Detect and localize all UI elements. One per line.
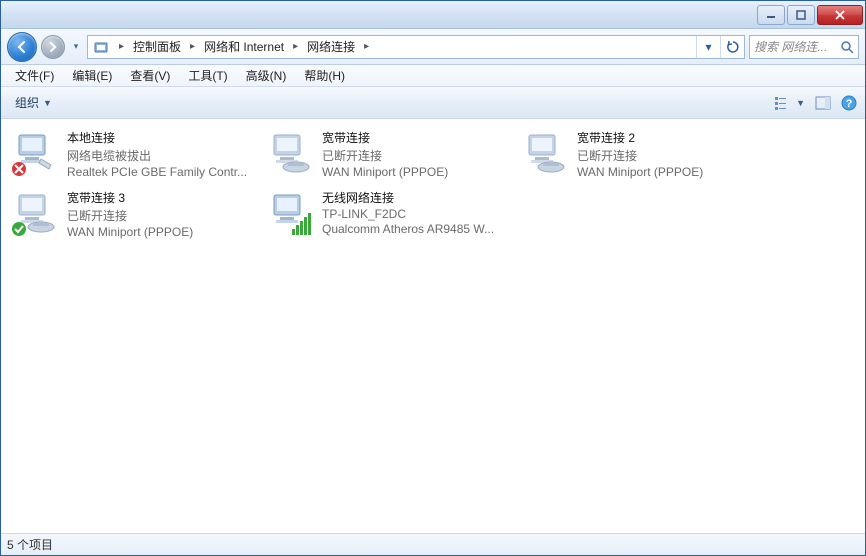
menu-file[interactable]: 文件(F) [7,65,62,86]
connection-device: Realtek PCIe GBE Family Contr... [67,165,247,179]
connection-name: 宽带连接 3 [67,189,193,206]
connection-status: 已断开连接 [322,147,448,164]
maximize-button[interactable] [787,5,815,25]
menubar: 文件(F) 编辑(E) 查看(V) 工具(T) 高级(N) 帮助(H) [1,65,865,87]
minimize-icon [766,10,776,20]
breadcrumb-segment-1[interactable]: 网络和 Internet [200,36,288,58]
history-dropdown[interactable]: ▾ [69,41,83,52]
connection-status: TP-LINK_F2DC [322,207,494,221]
explorer-window: ▾ ▸ 控制面板 ▸ 网络和 Internet ▸ 网络连接 ▸ ▾ 搜索 网络… [0,0,866,556]
wifi-icon [266,189,314,237]
connection-item[interactable]: 宽带连接 3 已断开连接 WAN Miniport (PPPOE) [5,185,260,245]
view-icon [774,95,794,111]
search-placeholder: 搜索 网络连... [754,38,827,55]
connection-item[interactable]: 宽带连接 2 已断开连接 WAN Miniport (PPPOE) [515,125,770,185]
connection-name: 本地连接 [67,129,247,146]
connection-status: 已断开连接 [577,147,703,164]
refresh-icon [726,40,740,54]
organize-button[interactable]: 组织 ▼ [9,91,58,114]
search-icon [840,40,854,54]
preview-pane-icon [815,96,831,110]
preview-pane-button[interactable] [815,96,831,110]
address-bar[interactable]: ▸ 控制面板 ▸ 网络和 Internet ▸ 网络连接 ▸ ▾ [87,35,745,59]
statusbar: 5 个项目 [1,533,865,555]
ethernet-icon [11,129,59,177]
statusbar-text: 5 个项目 [7,536,53,553]
menu-view[interactable]: 查看(V) [122,65,178,86]
close-icon [834,10,846,20]
breadcrumb-segment-2[interactable]: 网络连接 [303,36,359,58]
chevron-down-icon: ▼ [43,98,52,108]
minimize-button[interactable] [757,5,785,25]
view-mode-button[interactable]: ▼ [774,95,805,111]
address-dropdown[interactable]: ▾ [696,36,720,58]
breadcrumb-sep-icon[interactable]: ▸ [359,41,374,52]
connection-item[interactable]: 宽带连接 已断开连接 WAN Miniport (PPPOE) [260,125,515,185]
breadcrumb-sep-icon[interactable]: ▸ [185,41,200,52]
back-arrow-icon [15,40,29,54]
maximize-icon [796,10,806,20]
connection-device: WAN Miniport (PPPOE) [67,225,193,239]
connection-item[interactable]: 本地连接 网络电缆被拔出 Realtek PCIe GBE Family Con… [5,125,260,185]
svg-text:?: ? [846,98,853,110]
help-button[interactable]: ? [841,95,857,111]
dialup-icon [266,129,314,177]
forward-button[interactable] [41,35,65,59]
connection-name: 宽带连接 2 [577,129,703,146]
chevron-down-icon: ▼ [796,98,805,108]
connection-device: WAN Miniport (PPPOE) [322,165,448,179]
dialup-icon [521,129,569,177]
menu-tools[interactable]: 工具(T) [180,65,235,86]
breadcrumb-sep-icon[interactable]: ▸ [288,41,303,52]
organize-toolbar: 组织 ▼ ▼ ? [1,87,865,119]
connection-device: Qualcomm Atheros AR9485 W... [322,222,494,236]
help-icon: ? [841,95,857,111]
close-button[interactable] [817,5,863,25]
organize-label: 组织 [15,94,39,111]
address-icon [92,38,110,56]
menu-advanced[interactable]: 高级(N) [238,65,295,86]
dialup-icon [11,189,59,237]
breadcrumb-segment-0[interactable]: 控制面板 [129,36,185,58]
connection-name: 宽带连接 [322,129,448,146]
titlebar [1,1,865,29]
content-area: 本地连接 网络电缆被拔出 Realtek PCIe GBE Family Con… [1,119,865,533]
search-input[interactable]: 搜索 网络连... [749,35,859,59]
breadcrumb-sep-icon[interactable]: ▸ [114,41,129,52]
connection-item[interactable]: 无线网络连接 TP-LINK_F2DC Qualcomm Atheros AR9… [260,185,515,245]
connection-name: 无线网络连接 [322,189,494,206]
refresh-button[interactable] [720,36,744,58]
connection-status: 网络电缆被拔出 [67,147,247,164]
menu-edit[interactable]: 编辑(E) [64,65,120,86]
back-button[interactable] [7,32,37,62]
menu-help[interactable]: 帮助(H) [296,65,353,86]
navbar: ▾ ▸ 控制面板 ▸ 网络和 Internet ▸ 网络连接 ▸ ▾ 搜索 网络… [1,29,865,65]
connection-device: WAN Miniport (PPPOE) [577,165,703,179]
connection-status: 已断开连接 [67,207,193,224]
forward-arrow-icon [48,42,58,52]
